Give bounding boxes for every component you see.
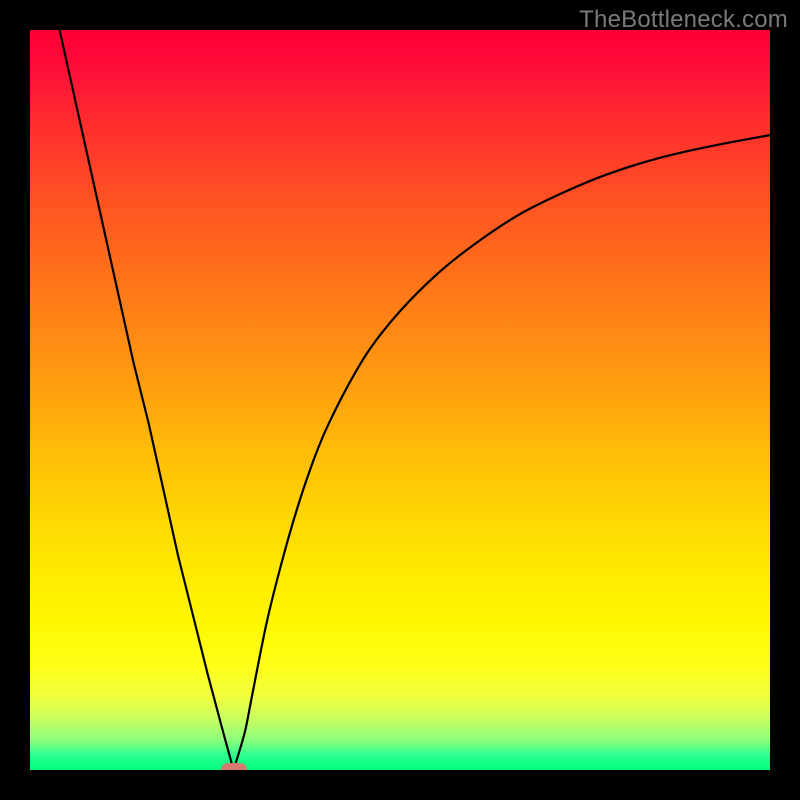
curve-layer: [30, 30, 770, 770]
watermark-text: TheBottleneck.com: [579, 6, 788, 34]
left-branch-line: [60, 30, 234, 770]
optimum-marker: [221, 763, 247, 770]
plot-area: [30, 30, 770, 770]
chart-frame: TheBottleneck.com: [0, 0, 800, 800]
right-branch-line: [234, 135, 771, 770]
